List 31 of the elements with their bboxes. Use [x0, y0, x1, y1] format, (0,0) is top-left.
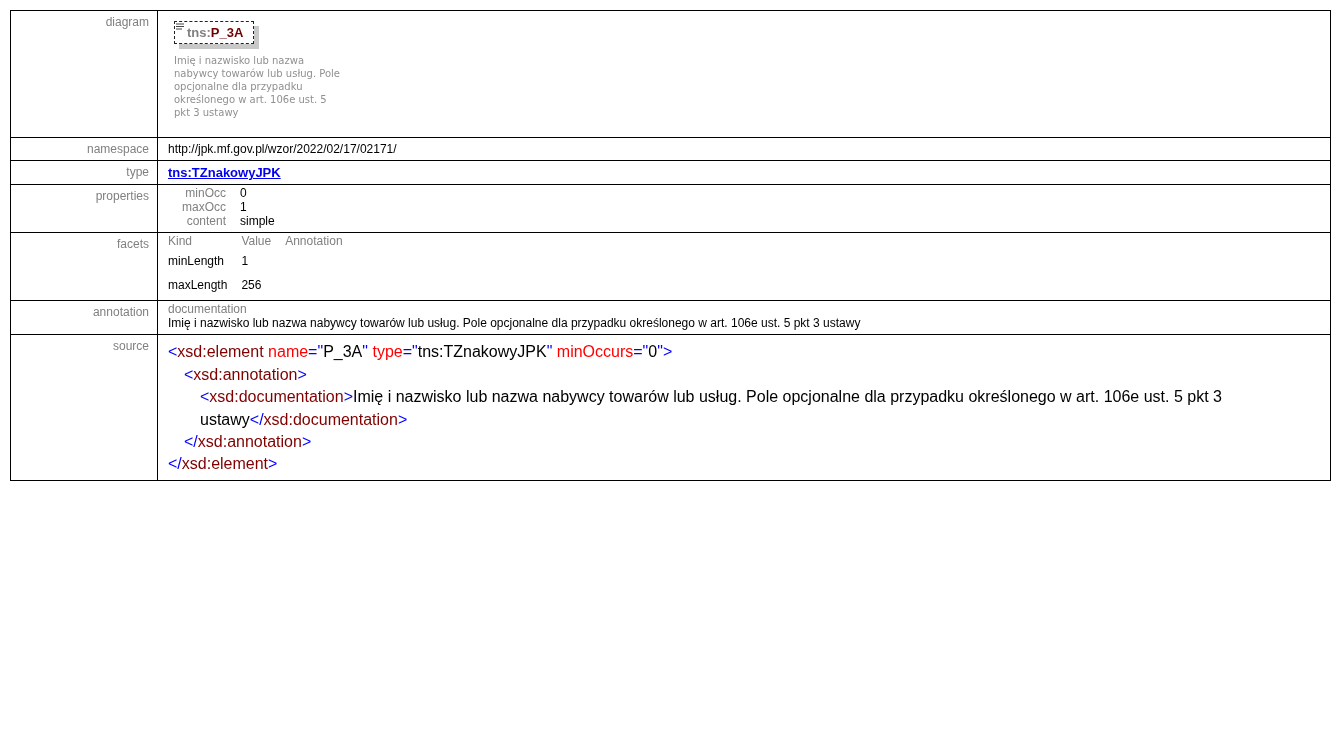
code-line: <xsd:annotation> — [184, 365, 307, 383]
property-value: 1 — [240, 199, 247, 214]
type-link[interactable]: tns:TZnakowyJPK — [168, 165, 281, 180]
namespace-value: http://jpk.mf.gov.pl/wzor/2022/02/17/02171/ — [168, 142, 397, 156]
code-line: </xsd:element> — [168, 455, 278, 473]
annotation-heading: documentation — [168, 302, 248, 317]
annotation-text: Imię i nazwisko lub nazwa nabywcy towarów lub usług. Pole opcjonalne dla przypadku określonego w art. 106e ust. 5 pkt 3 ustawy — [168, 316, 862, 331]
code-line: <xsd:element name="P_3A" type="tns:TZnakowyJPK" minOccurs="0"> — [168, 343, 673, 361]
facet-value: 256 — [241, 278, 262, 293]
property-name: maxOcc — [182, 199, 226, 214]
row-label: properties — [95, 189, 149, 203]
property-value: 0 — [240, 186, 247, 200]
column-header: Annotation — [285, 234, 343, 249]
property-name: minOcc — [185, 186, 226, 200]
facet-value: 1 — [241, 254, 249, 269]
column-header: Kind — [168, 234, 193, 249]
row-label: annotation — [92, 305, 149, 320]
code-line: </xsd:annotation> — [184, 432, 312, 450]
element-description: Imię i nazwisko lub nazwa nabywcy towarów lub usług. Pole opcjonalne dla przypadku określonego w art. 106e ust. 5 pkt 3 ustawy — [174, 54, 341, 119]
row-label: type — [126, 165, 149, 179]
property-name: content — [186, 213, 226, 228]
column-header: Value — [241, 234, 272, 249]
lines-icon — [176, 23, 184, 30]
facet-kind: minLength — [168, 254, 225, 269]
row-label: namespace — [86, 142, 149, 156]
code-line: <xsd:documentation>Imię i nazwisko lub nazwa nabywcy towarów lub usług. Pole opcjonalne dla przypadku określonego w art. 106e ust. 5 pkt 3 ustawy</xsd:documentation> — [200, 388, 1222, 428]
row-label: facets — [117, 237, 149, 252]
row-label: diagram — [105, 15, 149, 29]
facet-kind: maxLength — [168, 278, 228, 293]
row-label: source — [112, 339, 149, 354]
property-value: simple — [240, 213, 275, 228]
